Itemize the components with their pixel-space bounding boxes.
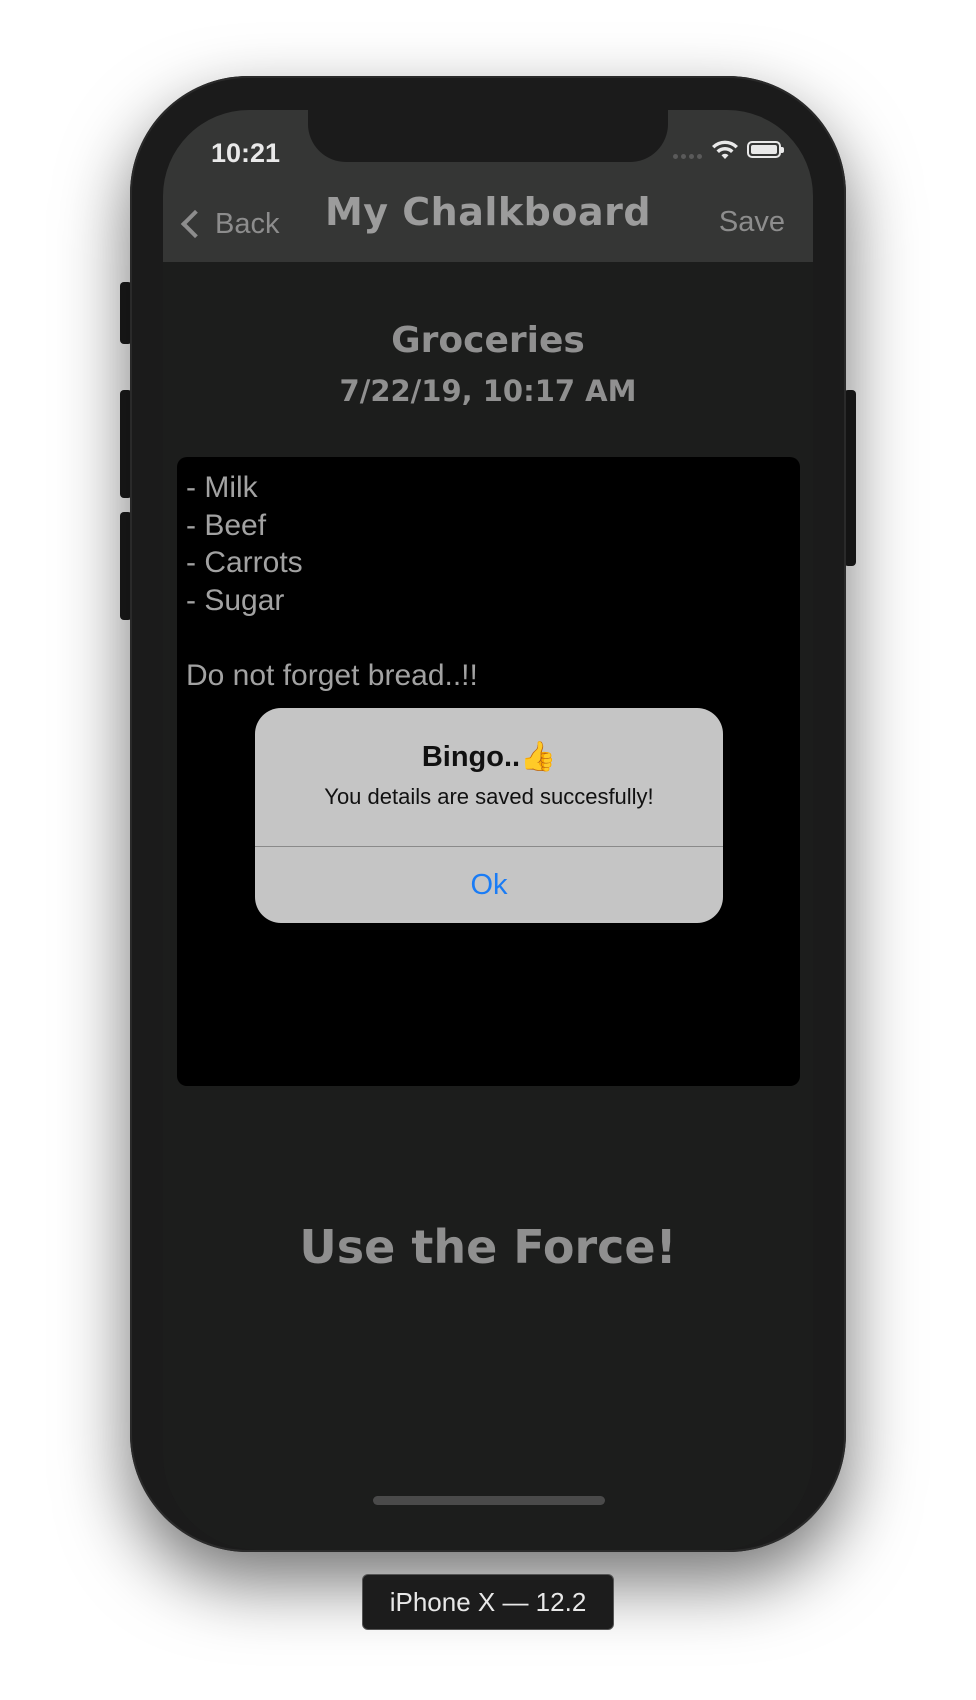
wifi-icon [712, 140, 738, 159]
signal-icon [673, 152, 703, 160]
battery-icon [747, 141, 784, 158]
alert-dialog: Bingo..👍 You details are saved succesful… [255, 708, 723, 923]
device-screen: 10:21 Back My Chalkboard Save Groceries … [163, 110, 813, 1550]
nav-title: My Chalkboard [324, 190, 652, 234]
alert-title: Bingo..👍 [421, 741, 557, 773]
footer-slogan: Use the Force! [299, 1220, 677, 1274]
alert-ok-button[interactable]: Ok [255, 847, 723, 923]
navigation-bar: 10:21 Back My Chalkboard Save [163, 110, 813, 262]
note-title: Groceries [391, 320, 585, 361]
home-indicator [373, 1496, 605, 1505]
status-time: 10:21 [211, 138, 281, 168]
device-caption: iPhone X — 12.2 [362, 1574, 614, 1630]
note-date: 7/22/19, 10:17 AM [339, 374, 637, 408]
simulator-stage: 10:21 Back My Chalkboard Save Groceries … [0, 0, 976, 1700]
notch [308, 110, 668, 162]
alert-message: You details are saved succesfully! [324, 784, 654, 809]
save-button[interactable]: Save [719, 206, 785, 239]
